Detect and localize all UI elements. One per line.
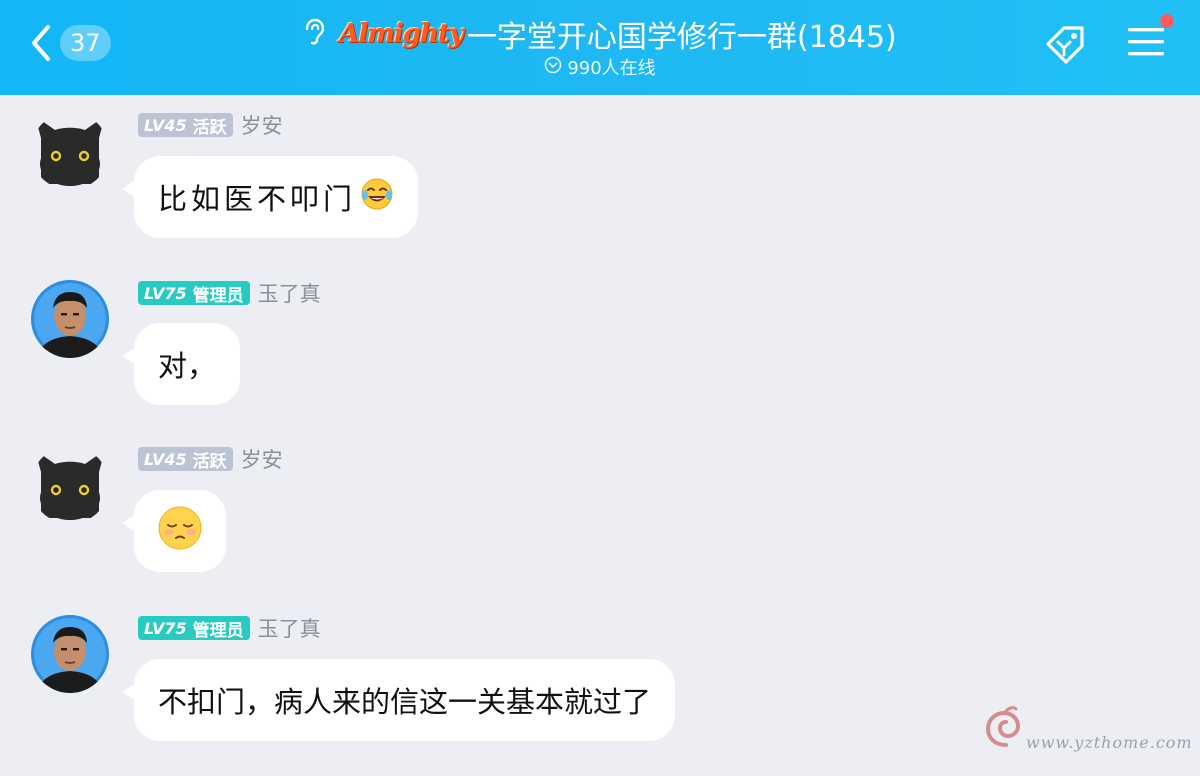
level-badge: LV75 管理员 — [138, 616, 250, 641]
ear-icon[interactable] — [303, 18, 325, 50]
sender-name[interactable]: 岁安 — [241, 110, 283, 140]
message-bubble[interactable] — [122, 490, 226, 572]
online-status: 990人在线 — [0, 54, 1200, 80]
brand-logo: Almighty — [339, 19, 464, 49]
avatar[interactable] — [31, 615, 109, 693]
sender-name[interactable]: 玉了真 — [258, 278, 321, 308]
chat-header: 37 Almighty 一字堂开心国学修行一群(1845) 990人在线 — [0, 0, 1200, 95]
watermark-text: www.yzthome.com — [1026, 733, 1193, 752]
level-badge: LV45 活跃 — [138, 113, 233, 138]
level-badge: LV45 活跃 — [138, 447, 233, 472]
role-label: 活跃 — [192, 451, 227, 472]
menu-icon[interactable] — [1128, 14, 1174, 62]
user-photo-avatar-icon — [31, 615, 109, 693]
notification-dot — [1160, 14, 1174, 28]
message-bubble[interactable]: 比如医不叩门 — [121, 156, 419, 238]
message-text: 对， — [158, 349, 217, 383]
black-cat-avatar-icon — [31, 446, 109, 524]
watermark: www.yzthome.com — [984, 705, 1192, 757]
avatar[interactable] — [31, 280, 109, 358]
online-count: 990人在线 — [567, 58, 656, 79]
laughing-tears-emoji-icon — [360, 177, 394, 218]
role-label: 管理员 — [192, 285, 244, 306]
sender-name[interactable]: 玉了真 — [258, 613, 321, 643]
user-photo-avatar-icon — [31, 280, 109, 358]
message-text: 不扣门，病人来的信这一关基本就过了 — [158, 685, 652, 719]
group-title: 一字堂开心国学修行一群(1845) — [466, 20, 897, 55]
message-bubble[interactable]: 对， — [121, 323, 241, 405]
swirl-logo-icon — [985, 706, 1021, 747]
tag-icon[interactable] — [1042, 22, 1090, 66]
avatar[interactable] — [31, 112, 109, 190]
level-badge: LV75 管理员 — [138, 281, 250, 306]
sender-name[interactable]: 岁安 — [241, 444, 283, 474]
avatar[interactable] — [31, 446, 109, 524]
message-text: 比如医不叩门 — [158, 182, 357, 216]
chevron-down-circle-icon — [544, 56, 562, 79]
black-cat-avatar-icon — [31, 112, 109, 190]
role-label: 活跃 — [192, 117, 227, 138]
message-bubble[interactable]: 不扣门，病人来的信这一关基本就过了 — [121, 659, 676, 741]
pensive-face-emoji-icon — [156, 504, 204, 559]
role-label: 管理员 — [192, 620, 244, 641]
